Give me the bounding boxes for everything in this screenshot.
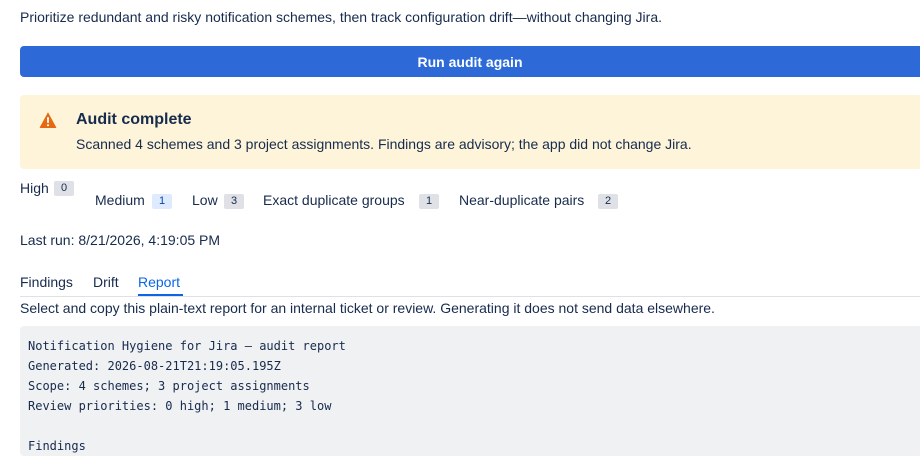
tab-findings[interactable]: Findings [20, 274, 73, 290]
active-tab-indicator [138, 294, 183, 296]
stat-high-label: High [20, 180, 49, 196]
stat-near-duplicates-label: Near-duplicate pairs [459, 192, 585, 208]
stat-exact-duplicates-badge: 1 [419, 194, 439, 209]
run-audit-button[interactable]: Run audit again [20, 46, 920, 77]
last-run-timestamp: Last run: 8/21/2026, 4:19:05 PM [20, 232, 221, 248]
report-line: Review priorities: 0 high; 1 medium; 3 l… [28, 399, 332, 413]
stat-medium-badge: 1 [152, 194, 172, 209]
stat-low-badge: 3 [224, 194, 244, 209]
report-instructions: Select and copy this plain-text report f… [20, 300, 715, 316]
stat-high-badge: 0 [54, 181, 74, 196]
stat-low-label: Low [192, 192, 218, 208]
report-line: Findings [28, 439, 86, 453]
report-line: Scope: 4 schemes; 3 project assignments [28, 379, 310, 393]
report-line: Generated: 2026-08-21T21:19:05.195Z [28, 359, 281, 373]
report-line: Notification Hygiene for Jira — audit re… [28, 339, 346, 353]
report-textarea[interactable]: Notification Hygiene for Jira — audit re… [20, 326, 920, 456]
banner-message: Scanned 4 schemes and 3 project assignme… [76, 136, 692, 152]
tab-divider [20, 296, 920, 297]
banner-title: Audit complete [76, 111, 192, 128]
tab-report[interactable]: Report [138, 274, 180, 290]
stat-near-duplicates-badge: 2 [598, 194, 618, 209]
page-description: Prioritize redundant and risky notificat… [20, 9, 662, 25]
audit-complete-banner: Audit complete Scanned 4 schemes and 3 p… [20, 95, 920, 169]
warning-icon [39, 112, 57, 128]
stat-exact-duplicates-label: Exact duplicate groups [263, 192, 405, 208]
stat-medium-label: Medium [95, 192, 145, 208]
report-content[interactable]: Notification Hygiene for Jira — audit re… [20, 326, 920, 456]
report-line [28, 416, 920, 436]
tab-drift[interactable]: Drift [93, 274, 119, 290]
